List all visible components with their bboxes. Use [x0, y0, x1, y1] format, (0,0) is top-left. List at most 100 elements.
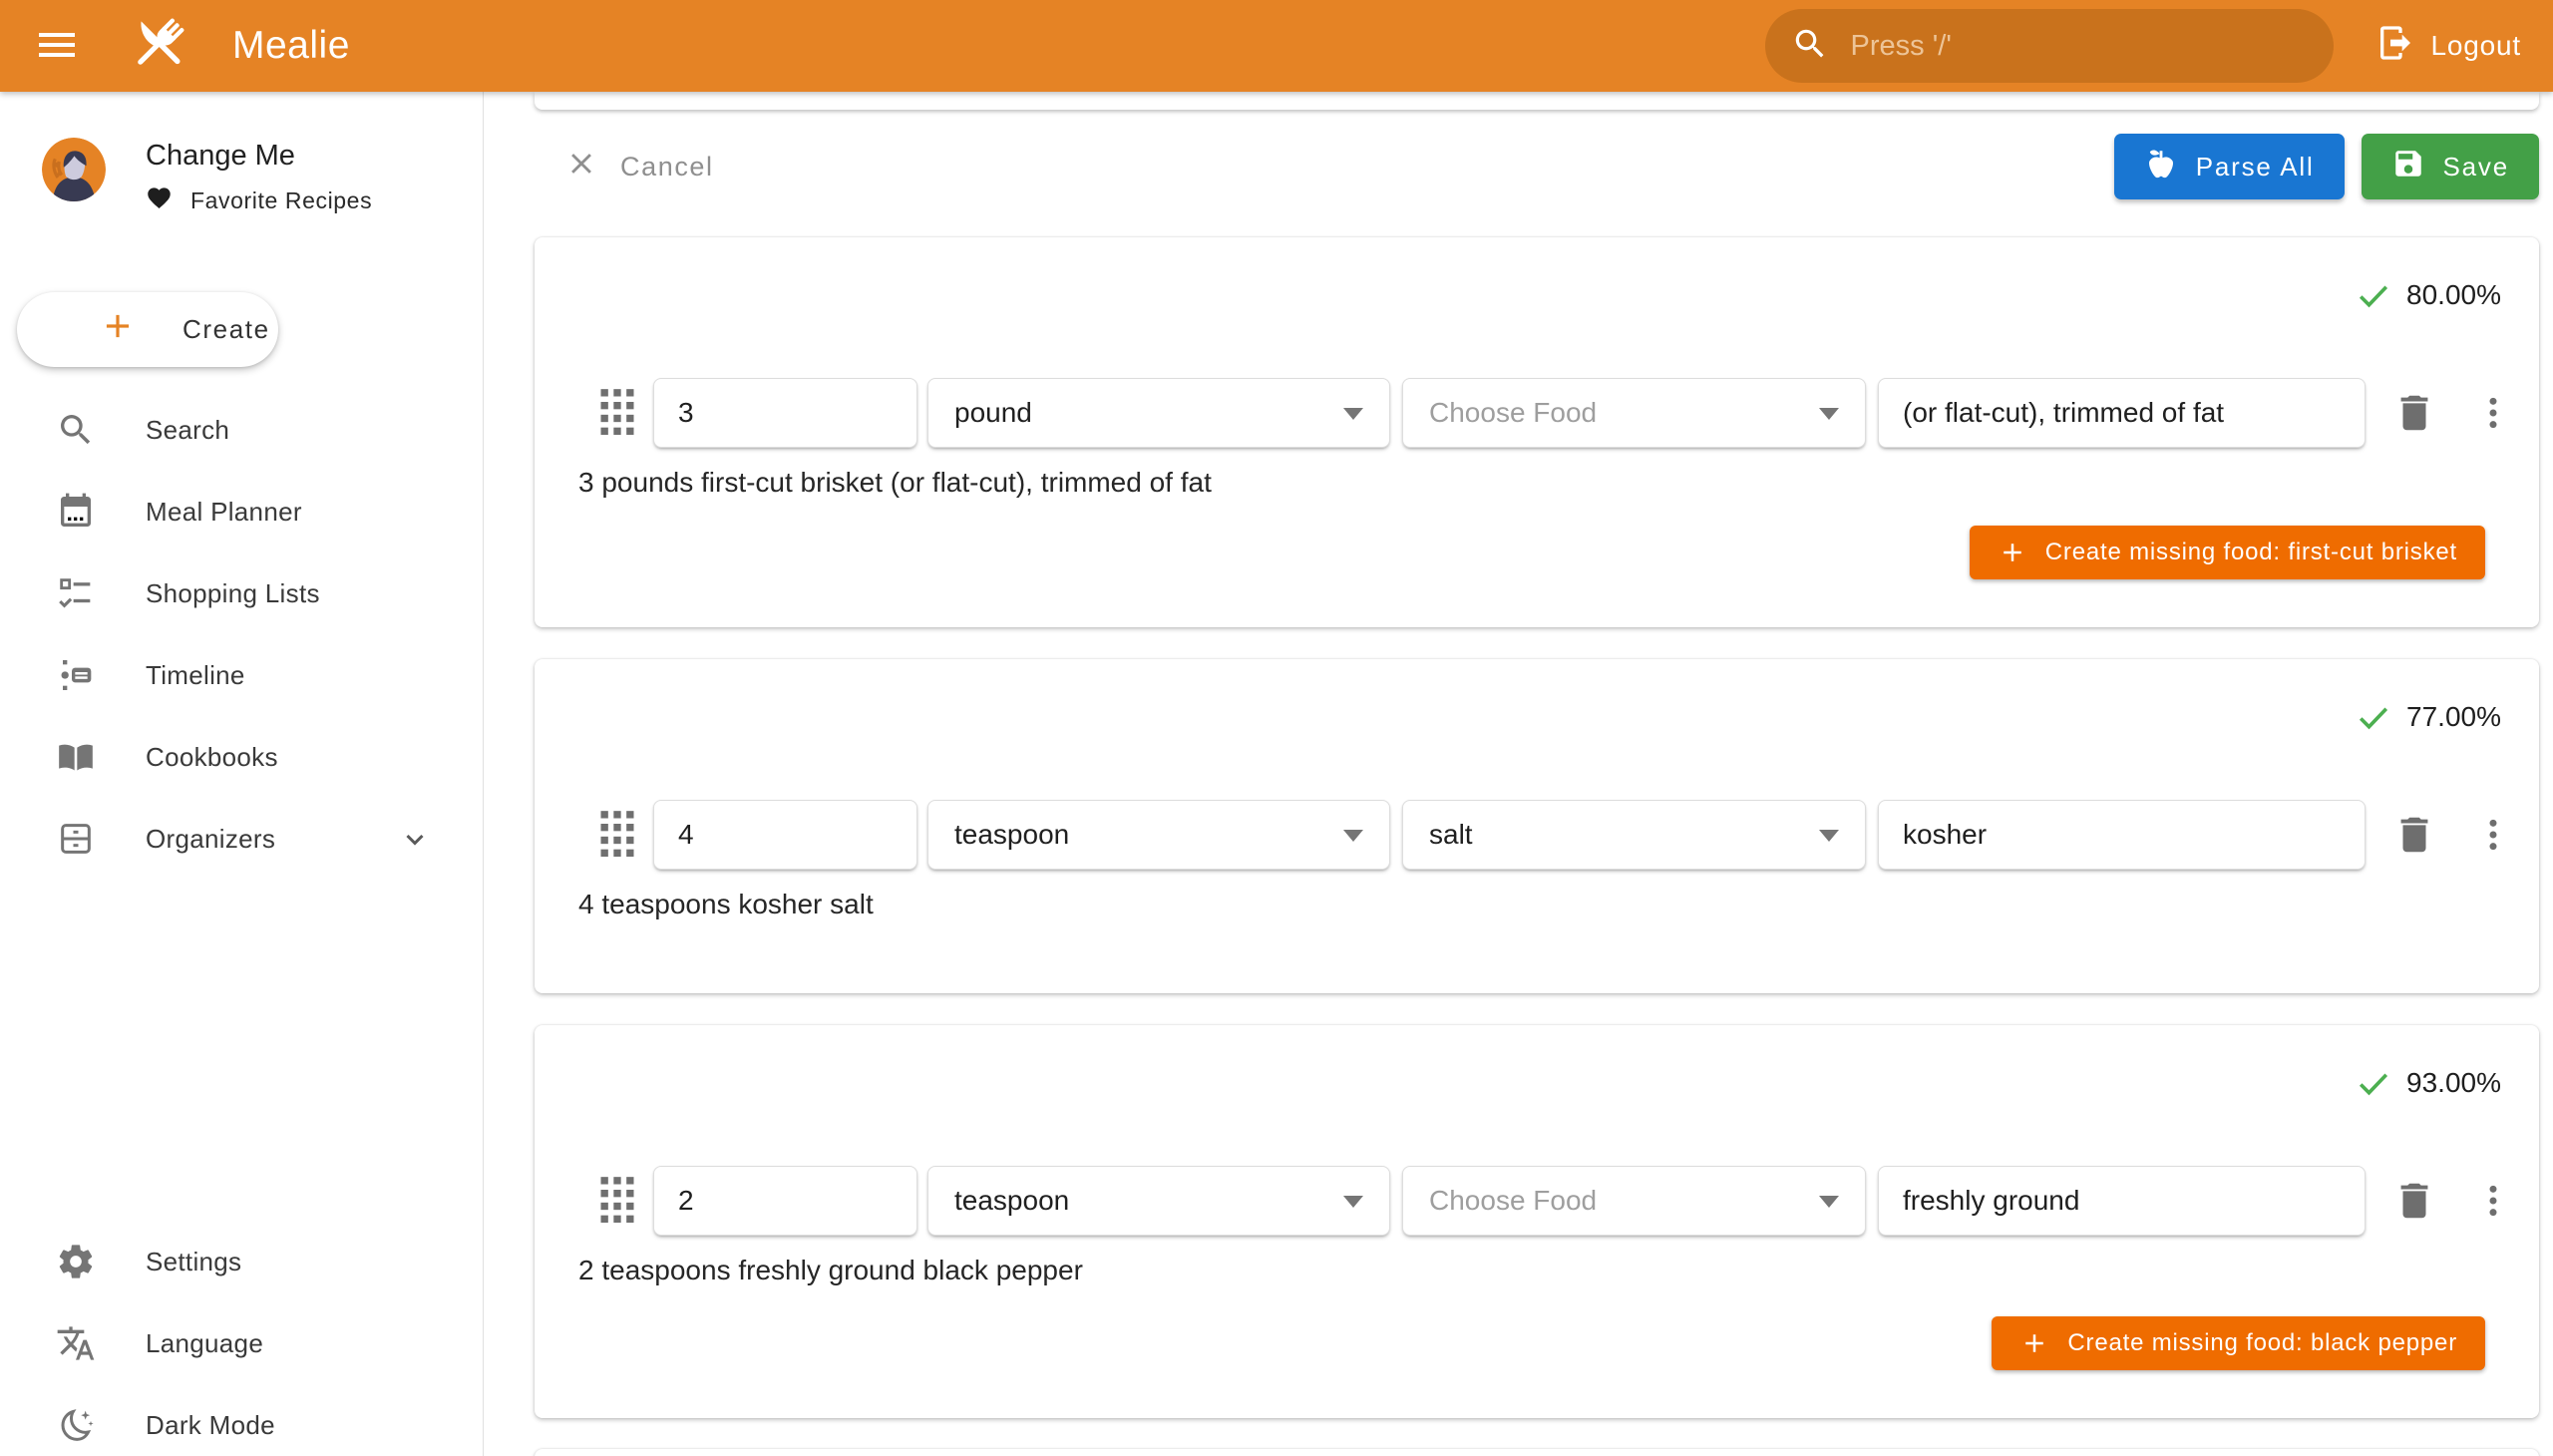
confidence-indicator: 77.00% — [2356, 699, 2501, 735]
save-icon — [2391, 147, 2425, 187]
ingredient-fields-row: pound Choose Food — [595, 378, 2513, 448]
sidebar-item-organizers[interactable]: Organizers — [0, 798, 483, 880]
open-book-icon — [56, 737, 96, 777]
food-select[interactable]: salt — [1402, 800, 1866, 870]
sidebar-item-dark-mode[interactable]: Dark Mode — [0, 1384, 483, 1456]
logout-button[interactable]: Logout — [2368, 13, 2529, 80]
ingredient-card: 80.00% pound Choose Food — [535, 237, 2539, 627]
app-title: Mealie — [232, 24, 350, 68]
dropdown-arrow-icon — [1819, 1196, 1839, 1208]
menu-button[interactable] — [33, 21, 81, 72]
confidence-value: 80.00% — [2406, 279, 2501, 311]
parser-main: Cancel Parse All Save 80.00% — [484, 92, 2553, 1456]
trash-icon — [2391, 1178, 2437, 1224]
check-icon — [2356, 277, 2391, 313]
parser-toolbar: Cancel Parse All Save — [535, 134, 2539, 199]
sidebar-bottom-nav: Settings Language Dark Mode — [0, 1221, 483, 1456]
unit-select[interactable]: teaspoon — [927, 800, 1390, 870]
logout-label: Logout — [2431, 30, 2521, 62]
quantity-input[interactable] — [654, 1167, 916, 1235]
unit-select[interactable]: pound — [927, 378, 1390, 448]
scrolled-card-edge — [535, 92, 2539, 110]
quantity-field — [653, 378, 917, 448]
trash-icon — [2391, 812, 2437, 858]
food-select[interactable]: Choose Food — [1402, 1166, 1866, 1236]
confidence-value: 77.00% — [2406, 701, 2501, 733]
ingredient-menu-button[interactable] — [2473, 1181, 2513, 1221]
delete-ingredient-button[interactable] — [2391, 1178, 2437, 1224]
apple-icon — [2144, 147, 2178, 187]
sidebar-item-settings[interactable]: Settings — [0, 1221, 483, 1302]
delete-ingredient-button[interactable] — [2391, 812, 2437, 858]
moon-icon — [56, 1405, 96, 1445]
save-button[interactable]: Save — [2362, 134, 2539, 199]
ingredient-card-partial — [535, 1449, 2539, 1456]
translate-icon — [56, 1323, 96, 1363]
create-missing-food-button[interactable]: Create missing food: first-cut brisket — [1970, 526, 2485, 579]
check-icon — [2356, 699, 2391, 735]
sidebar-item-cookbooks[interactable]: Cookbooks — [0, 716, 483, 798]
note-input[interactable] — [1879, 1167, 2365, 1235]
cancel-label: Cancel — [620, 152, 714, 182]
plus-icon — [2019, 1328, 2049, 1358]
kebab-icon — [2473, 1181, 2513, 1221]
original-ingredient-text: 3 pounds first-cut brisket (or flat-cut)… — [578, 467, 1212, 499]
parse-all-label: Parse All — [2196, 152, 2315, 182]
user-block[interactable]: Change Me Favorite Recipes — [42, 138, 483, 216]
sidebar-item-timeline[interactable]: Timeline — [0, 634, 483, 716]
confidence-indicator: 93.00% — [2356, 1065, 2501, 1101]
global-search[interactable] — [1765, 9, 2334, 83]
unit-select[interactable]: teaspoon — [927, 1166, 1390, 1236]
quantity-input[interactable] — [654, 801, 916, 869]
drag-handle-icon[interactable] — [595, 807, 639, 863]
drag-handle-icon[interactable] — [595, 1173, 639, 1229]
original-ingredient-text: 2 teaspoons freshly ground black pepper — [578, 1255, 1083, 1286]
dropdown-arrow-icon — [1343, 408, 1363, 420]
app-header: Mealie Logout — [0, 0, 2553, 92]
sidebar: Change Me Favorite Recipes Create Search… — [0, 92, 484, 1456]
create-missing-food-button[interactable]: Create missing food: black pepper — [1992, 1316, 2485, 1370]
drawers-icon — [56, 819, 96, 859]
sidebar-item-shopping-lists[interactable]: Shopping Lists — [0, 552, 483, 634]
chevron-down-icon — [397, 821, 433, 857]
logout-icon — [2375, 23, 2415, 70]
create-button[interactable]: Create — [17, 292, 278, 367]
dropdown-arrow-icon — [1343, 1196, 1363, 1208]
search-input[interactable] — [1851, 30, 2308, 63]
dropdown-arrow-icon — [1819, 408, 1839, 420]
note-input[interactable] — [1879, 379, 2365, 447]
checklist-icon — [56, 573, 96, 613]
magnify-icon — [56, 410, 96, 450]
search-icon — [1791, 25, 1829, 68]
delete-ingredient-button[interactable] — [2391, 390, 2437, 436]
ingredient-menu-button[interactable] — [2473, 393, 2513, 433]
confidence-value: 93.00% — [2406, 1067, 2501, 1099]
note-input[interactable] — [1879, 801, 2365, 869]
favorite-recipes-link[interactable]: Favorite Recipes — [146, 184, 372, 216]
note-field — [1878, 800, 2366, 870]
parse-all-button[interactable]: Parse All — [2114, 134, 2345, 199]
quantity-input[interactable] — [654, 379, 916, 447]
drag-handle-icon[interactable] — [595, 385, 639, 441]
food-select[interactable]: Choose Food — [1402, 378, 1866, 448]
kebab-icon — [2473, 393, 2513, 433]
mealie-logo-icon — [81, 10, 192, 83]
heart-icon — [146, 184, 173, 216]
cancel-button[interactable]: Cancel — [564, 147, 714, 187]
quantity-field — [653, 1166, 917, 1236]
sidebar-item-search[interactable]: Search — [0, 389, 483, 471]
gear-icon — [56, 1242, 96, 1281]
user-info: Change Me Favorite Recipes — [146, 138, 372, 216]
original-ingredient-text: 4 teaspoons kosher salt — [578, 889, 874, 920]
ingredient-card: 93.00% teaspoon Choose Food — [535, 1025, 2539, 1418]
ingredient-fields-row: teaspoon salt — [595, 800, 2513, 870]
quantity-field — [653, 800, 917, 870]
confidence-indicator: 80.00% — [2356, 277, 2501, 313]
hamburger-icon — [33, 21, 81, 72]
note-field — [1878, 378, 2366, 448]
avatar — [42, 138, 106, 201]
user-name: Change Me — [146, 140, 372, 173]
sidebar-item-language[interactable]: Language — [0, 1302, 483, 1384]
ingredient-menu-button[interactable] — [2473, 815, 2513, 855]
sidebar-item-meal-planner[interactable]: Meal Planner — [0, 471, 483, 552]
